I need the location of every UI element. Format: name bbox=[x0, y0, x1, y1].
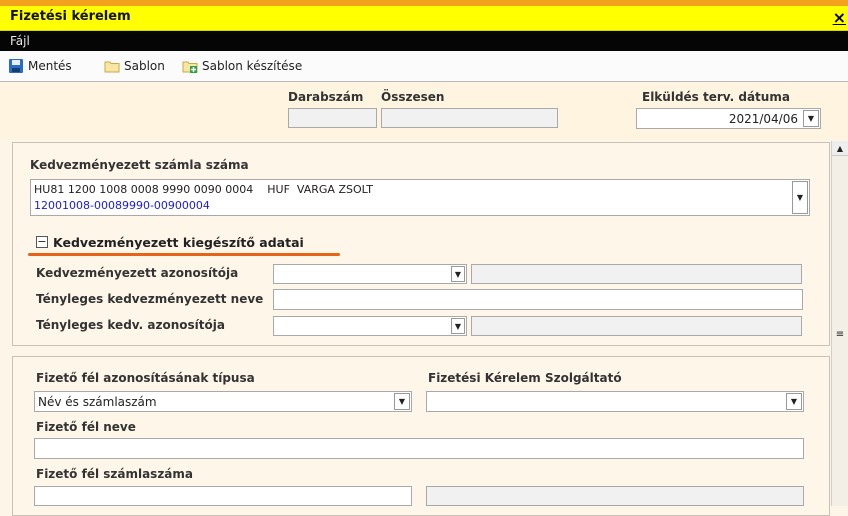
actual-beneficiary-id-select[interactable]: ▼ bbox=[273, 316, 467, 336]
actual-beneficiary-name-label: Tényleges kedvezményezett neve bbox=[36, 292, 264, 306]
account-holder-name: VARGA ZSOLT bbox=[296, 183, 373, 196]
iban-value: HU81 1200 1008 0008 9990 0090 0004 bbox=[34, 183, 254, 196]
actual-beneficiary-name-input[interactable] bbox=[273, 289, 803, 310]
beneficiary-account-line2: 12001008-00089990-00900004 bbox=[34, 199, 210, 212]
send-date-label: Elküldés terv. dátuma bbox=[642, 90, 790, 104]
send-date-value: 2021/04/06 bbox=[728, 112, 798, 126]
make-template-button[interactable]: Sablon készítése bbox=[182, 58, 302, 74]
vertical-scrollbar[interactable]: ▲ ≡ bbox=[831, 141, 848, 506]
count-label: Darabszám bbox=[288, 90, 364, 104]
payer-id-type-label: Fizető fél azonosításának típusa bbox=[36, 371, 255, 385]
beneficiary-account-select[interactable]: HU81 1200 1008 0008 9990 0090 0004 HUF V… bbox=[30, 179, 810, 216]
window-title: Fizetési kérelem bbox=[10, 9, 131, 24]
folder-icon bbox=[104, 61, 120, 73]
floppy-disk-icon bbox=[9, 59, 23, 73]
template-label: Sablon bbox=[124, 59, 165, 73]
beneficiary-extra-heading[interactable]: Kedvezményezett kiegészítő adatai bbox=[53, 235, 304, 250]
chevron-down-icon[interactable]: ▼ bbox=[451, 266, 465, 282]
title-bar: Fizetési kérelem × bbox=[0, 6, 848, 31]
beneficiary-id-detail-field bbox=[471, 264, 802, 284]
folder-add-icon bbox=[182, 61, 198, 73]
make-template-label: Sablon készítése bbox=[202, 59, 303, 73]
chevron-down-icon[interactable]: ▼ bbox=[792, 181, 808, 214]
menu-bar: Fájl bbox=[0, 31, 848, 51]
currency-value: HUF bbox=[267, 183, 290, 196]
beneficiary-id-select[interactable]: ▼ bbox=[273, 264, 467, 284]
total-field bbox=[381, 108, 558, 128]
scroll-up-arrow-icon[interactable]: ▲ bbox=[832, 141, 848, 156]
payment-provider-select[interactable]: ▼ bbox=[426, 391, 804, 412]
close-button[interactable]: × bbox=[833, 8, 846, 27]
payer-id-type-value: Név és számlaszám bbox=[38, 395, 157, 409]
beneficiary-account-label: Kedvezményezett számla száma bbox=[30, 158, 249, 172]
scroll-grip-icon[interactable]: ≡ bbox=[835, 329, 845, 340]
toolbar: Mentés Sablon Sablon készítése bbox=[0, 51, 848, 82]
total-label: Összesen bbox=[381, 90, 445, 104]
payment-provider-label: Fizetési Kérelem Szolgáltató bbox=[428, 371, 622, 385]
count-field bbox=[288, 108, 377, 128]
actual-beneficiary-id-label: Tényleges kedv. azonosítója bbox=[36, 318, 225, 332]
chevron-down-icon[interactable]: ▼ bbox=[786, 393, 802, 410]
menu-file[interactable]: Fájl bbox=[10, 34, 30, 48]
payer-id-type-select[interactable]: Név és számlaszám ▼ bbox=[34, 391, 412, 412]
beneficiary-account-line1: HU81 1200 1008 0008 9990 0090 0004 HUF V… bbox=[34, 183, 373, 196]
send-date-select[interactable]: 2021/04/06 ▼ bbox=[636, 108, 821, 129]
payer-account-detail-field bbox=[426, 486, 804, 506]
payer-name-label: Fizető fél neve bbox=[36, 420, 136, 434]
actual-beneficiary-id-detail-field bbox=[471, 316, 802, 336]
template-button[interactable]: Sablon bbox=[104, 58, 165, 74]
chevron-down-icon[interactable]: ▼ bbox=[394, 393, 410, 410]
save-label: Mentés bbox=[28, 59, 72, 73]
save-button[interactable]: Mentés bbox=[8, 58, 72, 74]
collapse-toggle[interactable]: − bbox=[36, 236, 48, 248]
payer-name-input[interactable] bbox=[34, 438, 804, 459]
chevron-down-icon[interactable]: ▼ bbox=[451, 318, 465, 334]
payer-account-label: Fizető fél számlaszáma bbox=[36, 467, 194, 481]
beneficiary-id-label: Kedvezményezett azonosítója bbox=[36, 266, 239, 280]
chevron-down-icon[interactable]: ▼ bbox=[803, 110, 819, 127]
section-underline bbox=[28, 253, 340, 256]
payer-account-input[interactable] bbox=[34, 486, 412, 506]
